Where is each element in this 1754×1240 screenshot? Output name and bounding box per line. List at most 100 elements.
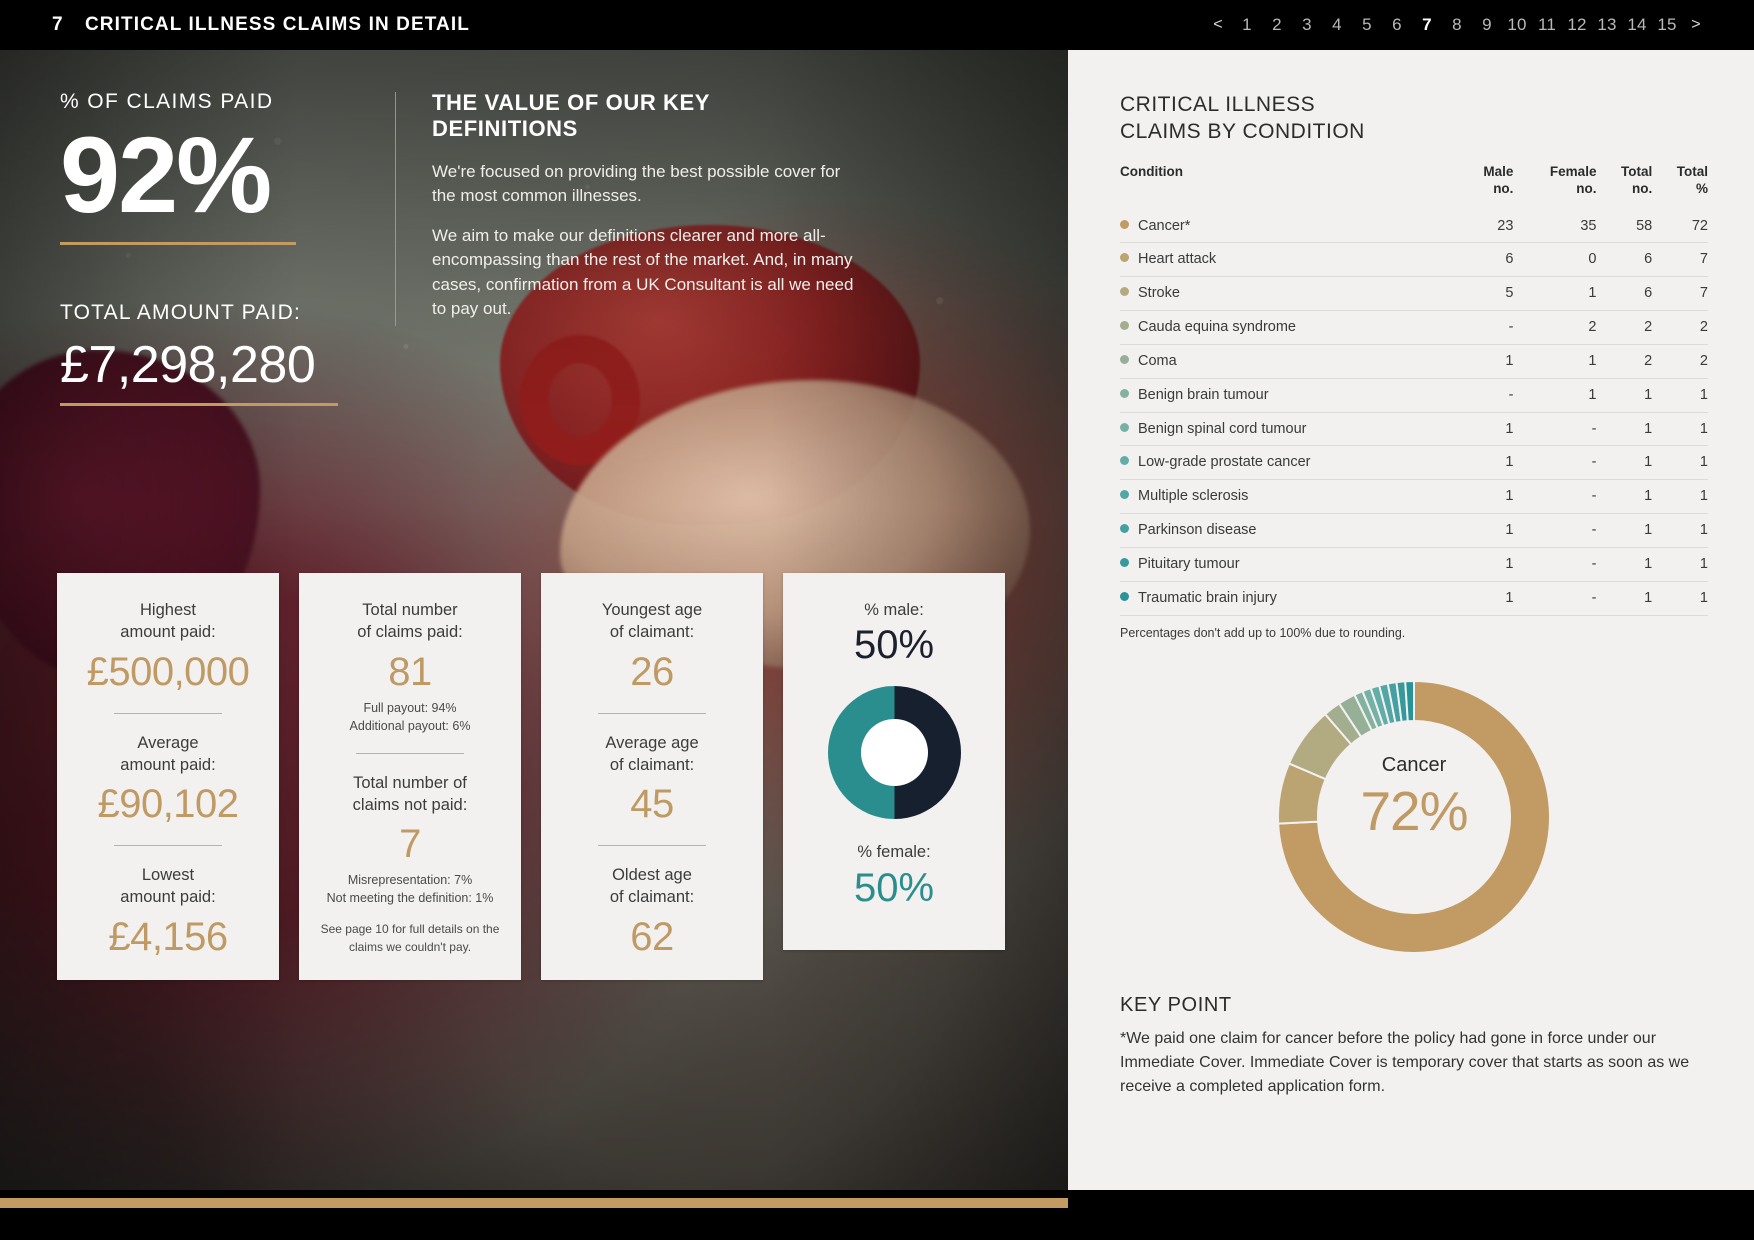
cell-total-no: 1: [1596, 479, 1653, 515]
condition-color-dot-icon: [1120, 456, 1129, 466]
cell-total-pct: 1: [1652, 547, 1708, 582]
youngest-age-label: Youngest age of claimant:: [601, 601, 703, 642]
female-percent-value: 50%: [853, 865, 935, 910]
cell-condition: Benign spinal cord tumour: [1120, 412, 1460, 447]
hero-stats: % OF CLAIMS PAID 92% TOTAL AMOUNT PAID: …: [60, 90, 400, 406]
cell-condition: Cancer*: [1120, 209, 1460, 244]
vertical-divider: [395, 92, 396, 326]
cell-female: 1: [1513, 378, 1597, 413]
pagination-prev[interactable]: <: [1204, 16, 1232, 34]
cell-total-pct: 1: [1652, 378, 1708, 413]
pagination-page-7[interactable]: 7: [1412, 15, 1442, 35]
cell-condition: Heart attack: [1120, 242, 1460, 278]
cell-female: 2: [1513, 310, 1597, 345]
pagination-next[interactable]: >: [1682, 16, 1710, 34]
cell-total-no: 6: [1596, 242, 1653, 278]
donut-center-label: Cancer: [1381, 753, 1447, 776]
pagination[interactable]: < 1 2 3 4 5 6 7 8 9 10 11 12 13 14 15 >: [1204, 15, 1754, 35]
lowest-amount-value: £4,156: [108, 914, 228, 959]
pagination-page-2[interactable]: 2: [1262, 15, 1292, 35]
cell-condition: Traumatic brain injury: [1120, 581, 1460, 616]
column-header-condition: Condition: [1120, 163, 1183, 179]
condition-color-dot-icon: [1120, 388, 1129, 398]
lowest-amount-label: Lowest amount paid:: [120, 866, 216, 907]
condition-color-dot-icon: [1120, 287, 1129, 297]
cell-total-pct: 2: [1652, 344, 1708, 379]
card-claims-count: Total number of claims paid: 81 Full payo…: [299, 573, 521, 980]
condition-color-dot-icon: [1120, 321, 1129, 331]
pagination-page-10[interactable]: 10: [1502, 15, 1532, 35]
highest-amount-value: £500,000: [86, 649, 250, 694]
cell-male: 1: [1459, 513, 1514, 548]
table-row: Cancer* 23 35 58 72: [1120, 209, 1708, 244]
see-page-note: See page 10 for full details on the claim…: [320, 921, 500, 954]
cell-male: 1: [1459, 344, 1514, 379]
cell-female: -: [1513, 412, 1597, 447]
cell-female: 1: [1513, 276, 1597, 312]
cell-total-no: 2: [1596, 344, 1653, 379]
cell-female: -: [1513, 445, 1597, 481]
cell-total-pct: 1: [1652, 445, 1708, 481]
column-header-female: Female no.: [1549, 163, 1597, 196]
key-definitions-paragraph-2: We aim to make our definitions clearer a…: [432, 226, 854, 318]
cell-female: 0: [1513, 242, 1597, 278]
table-row: Benign spinal cord tumour 1-1 1: [1120, 412, 1708, 447]
condition-color-dot-icon: [1120, 490, 1129, 500]
cell-male: -: [1459, 378, 1514, 413]
cell-male: 5: [1459, 276, 1514, 312]
cell-male: 1: [1459, 445, 1514, 481]
cell-total-pct: 7: [1652, 276, 1708, 312]
condition-color-dot-icon: [1120, 557, 1129, 567]
cell-male: 1: [1459, 412, 1514, 447]
pagination-page-3[interactable]: 3: [1292, 15, 1322, 35]
pagination-page-5[interactable]: 5: [1352, 15, 1382, 35]
hero-photo: % OF CLAIMS PAID 92% TOTAL AMOUNT PAID: …: [0, 50, 1068, 1190]
cell-female: -: [1513, 479, 1597, 515]
table-row: Parkinson disease 1-1 1: [1120, 513, 1708, 548]
table-row: Multiple sclerosis 1-1 1: [1120, 479, 1708, 515]
cell-condition: Low-grade prostate cancer: [1120, 445, 1460, 481]
pagination-page-4[interactable]: 4: [1322, 15, 1352, 35]
pagination-page-14[interactable]: 14: [1622, 15, 1652, 35]
column-header-total-no: Total no.: [1620, 163, 1653, 196]
pagination-page-1[interactable]: 1: [1232, 15, 1262, 35]
pagination-page-11[interactable]: 11: [1532, 15, 1562, 35]
cell-total-no: 1: [1596, 513, 1653, 548]
condition-color-dot-icon: [1120, 253, 1129, 263]
cell-male: 1: [1459, 581, 1514, 616]
page-title: CRITICAL ILLNESS CLAIMS IN DETAIL: [84, 14, 470, 35]
female-percent-label: % female:: [857, 843, 931, 862]
male-percent-label: % male:: [864, 601, 924, 619]
payout-breakdown: Full payout: 94% Additional payout: 6%: [349, 700, 471, 733]
card-divider: [114, 845, 222, 847]
table-row: Cauda equina syndrome -2 2 2: [1120, 310, 1708, 345]
total-amount-label: TOTAL AMOUNT PAID:: [60, 300, 301, 324]
cell-total-pct: 1: [1652, 513, 1708, 548]
claims-paid-value: 92%: [60, 114, 272, 235]
cell-male: 23: [1459, 209, 1514, 244]
highest-amount-label: Highest amount paid:: [120, 601, 216, 642]
pagination-page-9[interactable]: 9: [1472, 15, 1502, 35]
page-header: 7 CRITICAL ILLNESS CLAIMS IN DETAIL < 1 …: [0, 0, 1754, 50]
claims-paid-count-value: 81: [388, 649, 432, 694]
pagination-page-12[interactable]: 12: [1562, 15, 1592, 35]
oldest-age-value: 62: [630, 914, 674, 959]
pagination-page-6[interactable]: 6: [1382, 15, 1412, 35]
claims-paid-count-label: Total number of claims paid:: [357, 601, 463, 642]
cell-female: -: [1513, 581, 1597, 616]
card-divider: [598, 712, 706, 714]
donut-center-label-group: Cancer 72%: [1255, 754, 1573, 843]
donut-segment: [1404, 679, 1415, 722]
table-body: Cancer* 23 35 58 72 Heart attack 6 0 6 7 Stroke 5 1 6…: [1120, 209, 1708, 616]
key-point-text: *We paid one claim for cancer before the…: [1120, 1029, 1690, 1095]
cell-female: 35: [1513, 209, 1597, 244]
pagination-page-13[interactable]: 13: [1592, 15, 1622, 35]
pagination-page-15[interactable]: 15: [1652, 15, 1682, 35]
condition-color-dot-icon: [1120, 591, 1129, 601]
table-header-row: Condition Male no. Female no. Total no. Tot…: [1120, 164, 1708, 210]
oldest-age-label: Oldest age of claimant:: [609, 866, 695, 907]
not-paid-reasons: Misrepresentation: 7% Not meeting the def…: [326, 873, 494, 906]
footer-gold-bar: [0, 1198, 1068, 1208]
pagination-page-8[interactable]: 8: [1442, 15, 1472, 35]
column-header-total-pct: Total%: [1676, 163, 1708, 196]
